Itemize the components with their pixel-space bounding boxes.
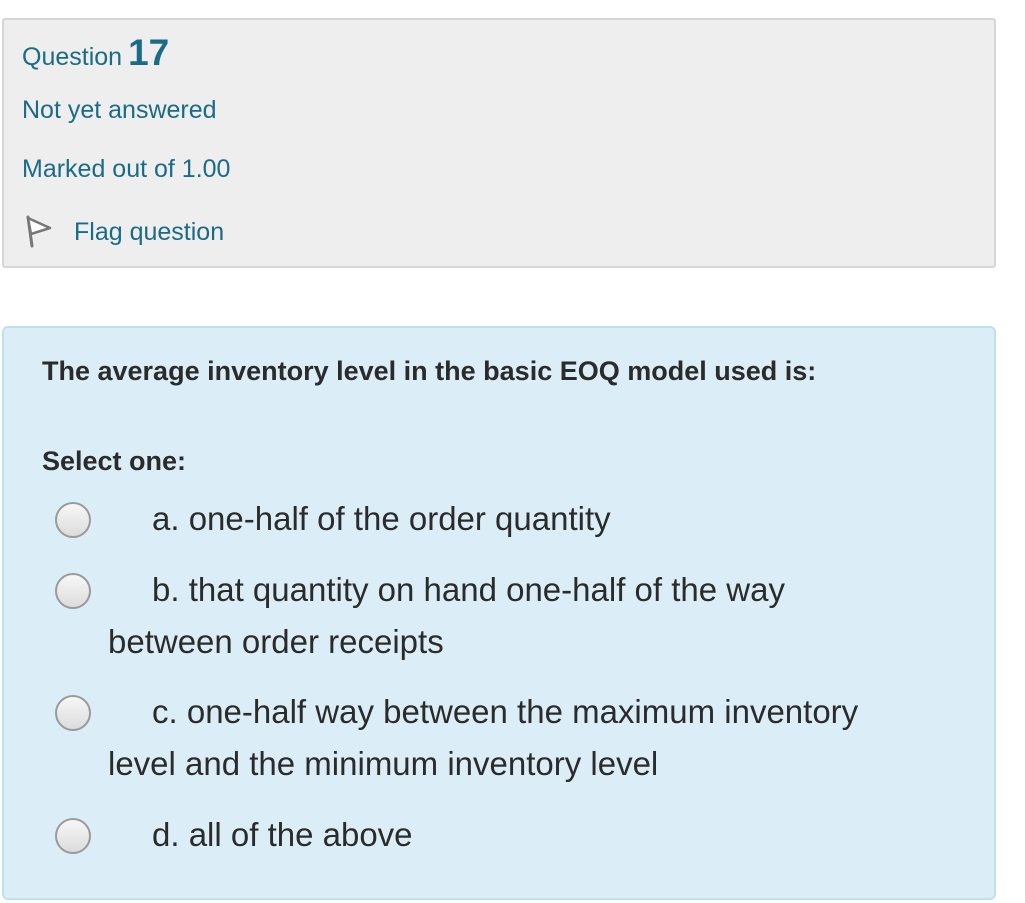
question-formulation: The average inventory level in the basic…: [2, 326, 996, 900]
select-one-prompt: Select one:: [42, 446, 187, 476]
question-grade: Marked out of 1.00: [22, 155, 231, 183]
flag-icon: [22, 214, 54, 250]
option-b-label[interactable]: b. that quantity on hand one-half of the…: [108, 564, 908, 668]
option-a-radio[interactable]: [55, 502, 91, 538]
option-c-radio[interactable]: [55, 695, 91, 731]
flag-question-link[interactable]: Flag question: [22, 212, 224, 252]
option-c-label[interactable]: c. one-half way between the maximum inve…: [108, 686, 908, 790]
option-b-radio[interactable]: [55, 573, 91, 609]
option-d-label[interactable]: d. all of the above: [108, 809, 908, 861]
option-d-radio[interactable]: [55, 818, 91, 854]
flag-question-label: Flag question: [74, 217, 225, 246]
question-number-heading: Question 17: [22, 32, 169, 74]
question-info-panel: Question 17 Not yet answered Marked out o…: [2, 18, 996, 268]
question-state: Not yet answered: [22, 96, 217, 124]
question-label: Question: [22, 43, 123, 71]
option-a-label[interactable]: a. one-half of the order quantity: [108, 493, 908, 545]
question-number: 17: [128, 32, 170, 73]
question-text: The average inventory level in the basic…: [42, 356, 817, 386]
